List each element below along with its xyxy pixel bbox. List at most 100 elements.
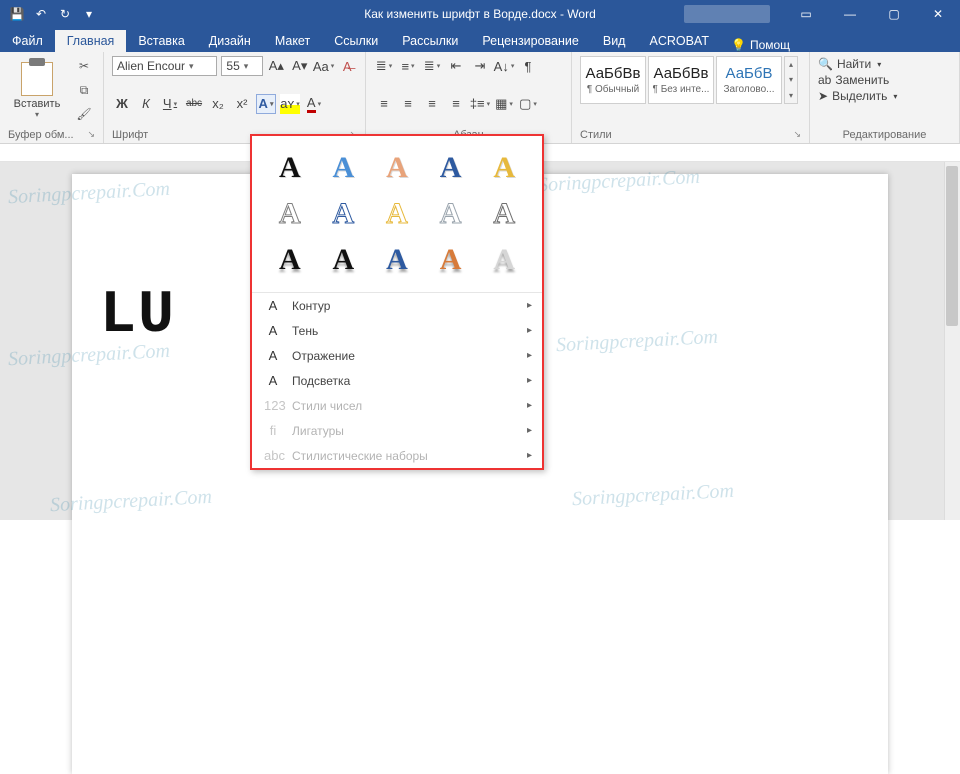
minimize-button[interactable]: —	[828, 0, 872, 28]
font-color-button[interactable]: A	[304, 94, 324, 114]
menu-item-icon: fi	[264, 423, 282, 438]
close-button[interactable]: ✕	[916, 0, 960, 28]
styles-dialog-launcher[interactable]: ↘	[793, 129, 801, 141]
ribbon-display-options[interactable]: ▭	[784, 0, 828, 28]
show-marks-button[interactable]: ¶	[518, 56, 538, 76]
submenu-arrow-icon: ▸	[527, 400, 532, 411]
tell-me[interactable]: 💡 Помощ	[721, 38, 800, 52]
subscript-button[interactable]: x₂	[208, 94, 228, 114]
text-effects-menu-item: 123Стили чисел▸	[252, 393, 542, 418]
find-button[interactable]: 🔍Найти▾	[818, 56, 951, 72]
redo-button[interactable]: ↻	[54, 3, 76, 25]
copy-button[interactable]: ⧉	[74, 80, 94, 100]
tab-review[interactable]: Рецензирование	[470, 30, 591, 52]
text-effect-swatch[interactable]: A	[427, 148, 475, 188]
justify-button[interactable]: ≡	[446, 94, 466, 114]
text-effects-menu-item[interactable]: AТень▸	[252, 318, 542, 343]
text-effects-button[interactable]: A	[256, 94, 276, 114]
tab-mailings[interactable]: Рассылки	[390, 30, 470, 52]
lightbulb-icon: 💡	[731, 38, 746, 52]
align-left-button[interactable]: ≡	[374, 94, 394, 114]
tab-insert[interactable]: Вставка	[126, 30, 196, 52]
format-painter-button[interactable]: 🖌	[74, 104, 94, 124]
replace-icon: ab	[818, 73, 831, 87]
text-effect-swatch[interactable]: A	[320, 194, 368, 234]
text-effect-swatch[interactable]: A	[320, 148, 368, 188]
increase-indent-button[interactable]: ⇥	[470, 56, 490, 76]
style-no-spacing[interactable]: АаБбВв¶ Без инте...	[648, 56, 714, 104]
strikethrough-button[interactable]: abc	[184, 94, 204, 114]
grow-font-button[interactable]: A▴	[267, 56, 286, 76]
text-effect-swatch[interactable]: A	[480, 194, 528, 234]
align-center-button[interactable]: ≡	[398, 94, 418, 114]
superscript-button[interactable]: x²	[232, 94, 252, 114]
submenu-arrow-icon: ▸	[527, 350, 532, 361]
sort-button[interactable]: A↓	[494, 56, 514, 76]
text-effects-menu-item[interactable]: AКонтур▸	[252, 293, 542, 318]
tab-layout[interactable]: Макет	[263, 30, 322, 52]
tab-view[interactable]: Вид	[591, 30, 638, 52]
underline-button[interactable]: Ч	[160, 94, 180, 114]
tell-me-label: Помощ	[750, 38, 790, 52]
decrease-indent-button[interactable]: ⇤	[446, 56, 466, 76]
text-effect-swatch[interactable]: A	[320, 240, 368, 280]
paste-button[interactable]: Вставить ▾	[8, 62, 66, 119]
vertical-scrollbar[interactable]	[944, 162, 960, 520]
font-name-combo[interactable]: Alien Encour▾	[112, 56, 217, 76]
maximize-button[interactable]: ▢	[872, 0, 916, 28]
font-size-combo[interactable]: 55▾	[221, 56, 262, 76]
text-effect-swatch[interactable]: A	[480, 148, 528, 188]
style-heading1[interactable]: АаБбВЗаголово...	[716, 56, 782, 104]
bullets-button[interactable]: ≣	[374, 56, 394, 76]
shading-button[interactable]: ▦	[494, 94, 514, 114]
shrink-font-button[interactable]: A▾	[290, 56, 309, 76]
align-right-button[interactable]: ≡	[422, 94, 442, 114]
bold-button[interactable]: Ж	[112, 94, 132, 114]
tab-home[interactable]: Главная	[55, 30, 127, 52]
window-controls: ▭ — ▢ ✕	[784, 0, 960, 28]
multilevel-list-button[interactable]: ≣	[422, 56, 442, 76]
menu-item-label: Отражение	[292, 349, 355, 363]
text-effect-swatch[interactable]: A	[266, 148, 314, 188]
italic-button[interactable]: К	[136, 94, 156, 114]
text-effect-swatch[interactable]: A	[427, 194, 475, 234]
text-effect-swatch[interactable]: A	[373, 194, 421, 234]
line-spacing-button[interactable]: ‡≡	[470, 94, 490, 114]
document-text[interactable]: LU	[100, 282, 176, 350]
text-effects-menu-item[interactable]: AПодсветка▸	[252, 368, 542, 393]
styles-gallery[interactable]: АаБбВв¶ Обычный АаБбВв¶ Без инте... АаБб…	[580, 56, 801, 104]
style-normal[interactable]: АаБбВв¶ Обычный	[580, 56, 646, 104]
undo-button[interactable]: ↶	[30, 3, 52, 25]
submenu-arrow-icon: ▸	[527, 425, 532, 436]
styles-more-button[interactable]: ▴▾▾	[784, 56, 798, 104]
clipboard-dialog-launcher[interactable]: ↘	[87, 129, 95, 141]
menu-item-label: Стилистические наборы	[292, 449, 428, 463]
qat-customize[interactable]: ▾	[78, 3, 100, 25]
tab-file[interactable]: Файл	[0, 30, 55, 52]
text-effect-swatch[interactable]: A	[373, 148, 421, 188]
scrollbar-thumb[interactable]	[946, 166, 958, 326]
text-effect-swatch[interactable]: A	[480, 240, 528, 280]
text-effect-swatch[interactable]: A	[373, 240, 421, 280]
tab-acrobat[interactable]: ACROBAT	[637, 30, 721, 52]
text-effect-swatch[interactable]: A	[427, 240, 475, 280]
menu-item-icon: abc	[264, 448, 282, 463]
text-effect-swatch[interactable]: A	[266, 240, 314, 280]
save-button[interactable]: 💾	[6, 3, 28, 25]
clear-formatting-button[interactable]: A̶	[338, 56, 357, 76]
cut-button[interactable]: ✂	[74, 56, 94, 76]
highlight-button[interactable]: aʏ	[280, 94, 300, 114]
borders-button[interactable]: ▢	[518, 94, 538, 114]
select-button[interactable]: ➤Выделить▾	[818, 88, 951, 104]
tab-references[interactable]: Ссылки	[322, 30, 390, 52]
account-indicator[interactable]	[684, 5, 770, 23]
replace-button[interactable]: abЗаменить	[818, 72, 951, 88]
text-effect-swatch[interactable]: A	[266, 194, 314, 234]
numbering-button[interactable]: ≡	[398, 56, 418, 76]
cursor-icon: ➤	[818, 89, 828, 103]
change-case-button[interactable]: Aa	[314, 56, 334, 76]
tab-design[interactable]: Дизайн	[197, 30, 263, 52]
quick-access-toolbar: 💾 ↶ ↻ ▾	[0, 3, 100, 25]
menu-item-icon: 123	[264, 398, 282, 413]
text-effects-menu-item[interactable]: AОтражение▸	[252, 343, 542, 368]
